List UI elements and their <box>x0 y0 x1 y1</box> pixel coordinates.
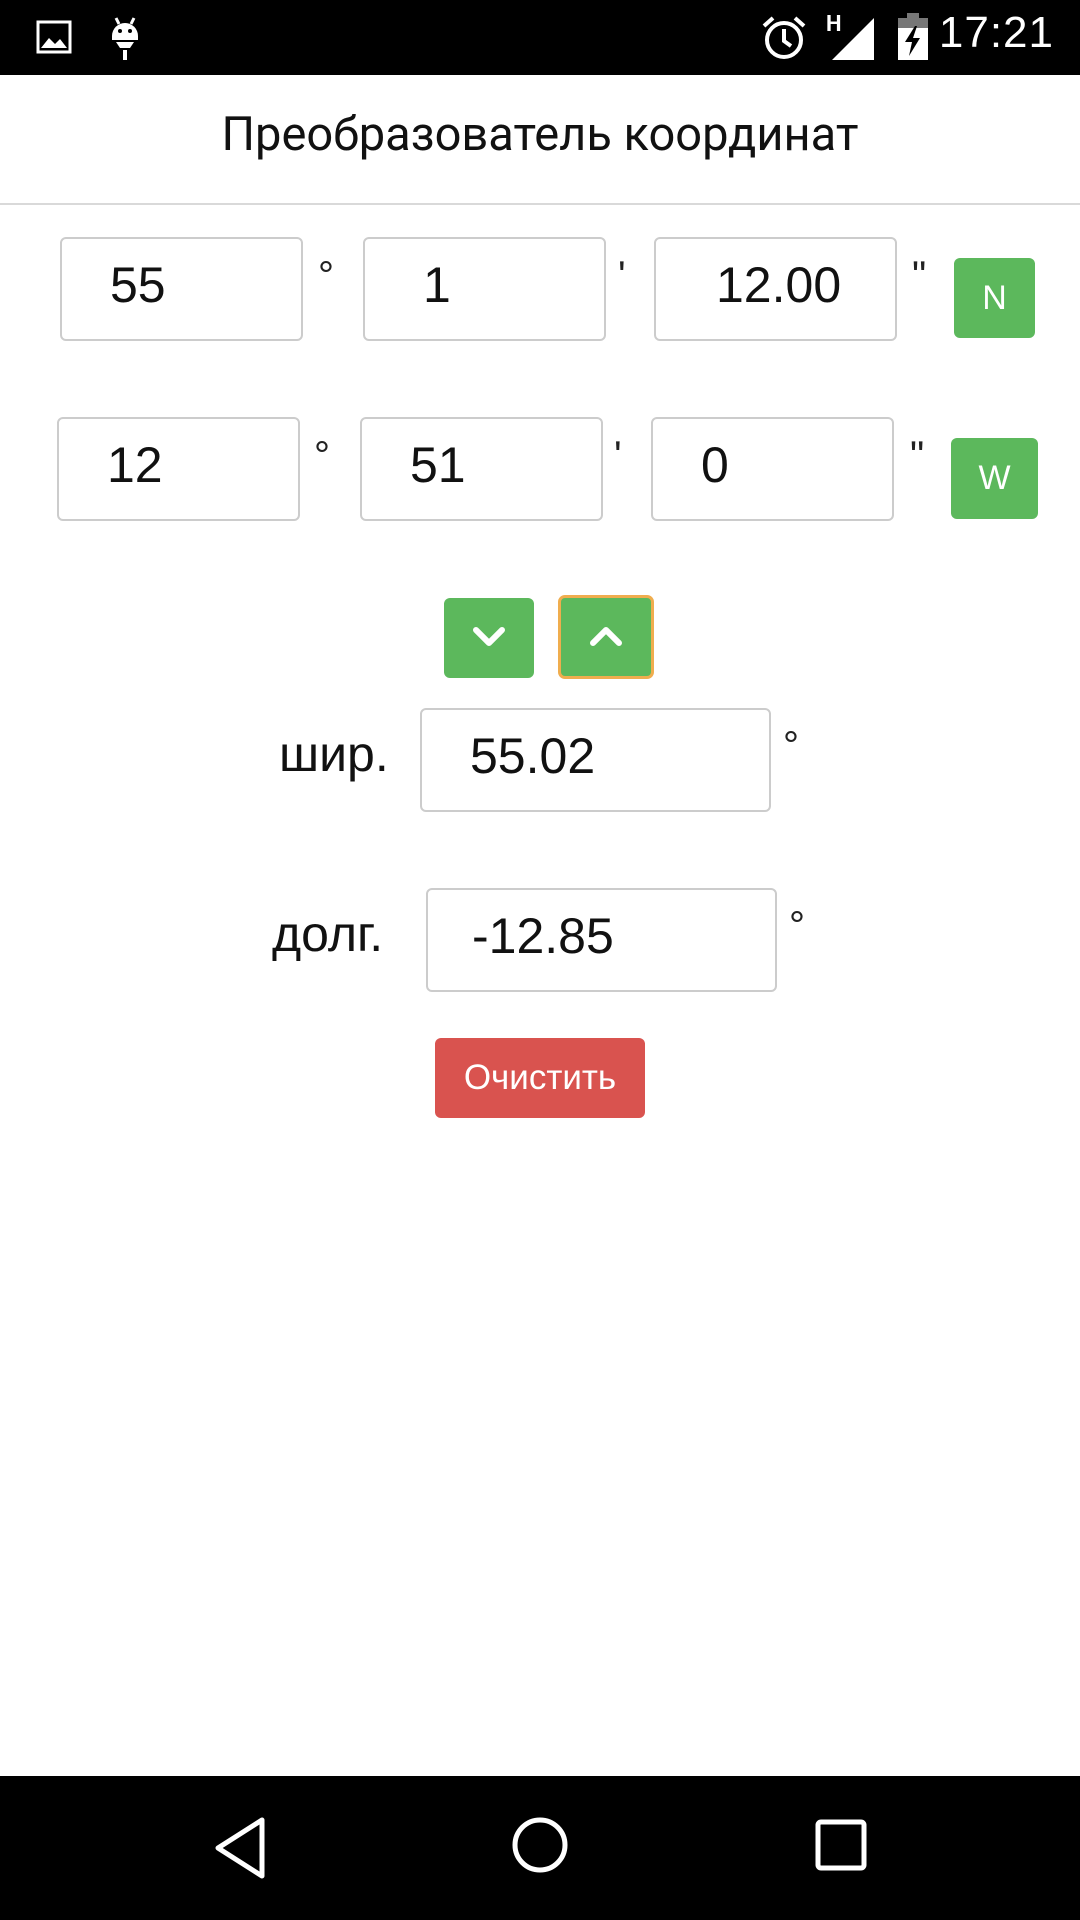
signal-icon <box>828 16 876 66</box>
back-button[interactable] <box>212 1816 268 1884</box>
status-bar: H 17:21 <box>0 0 1080 75</box>
lat-seconds-input[interactable]: 12.00 <box>654 237 897 341</box>
lon-minutes-input[interactable]: 51 <box>360 417 603 521</box>
lon-decimal-unit: ° <box>789 904 805 948</box>
battery-charging-icon <box>896 12 930 66</box>
lat-minute-symbol: ' <box>618 254 626 298</box>
navigation-bar <box>0 1776 1080 1920</box>
app-header: Преобразователь координат <box>0 75 1080 205</box>
convert-to-decimal-button[interactable] <box>444 598 534 678</box>
lon-decimal-input[interactable]: -12.85 <box>426 888 777 992</box>
alarm-icon <box>760 14 808 66</box>
lat-decimal-input[interactable]: 55.02 <box>420 708 771 812</box>
image-icon <box>36 20 72 58</box>
chevron-up-icon <box>589 618 623 657</box>
lat-decimal-unit: ° <box>783 724 799 768</box>
page-title: Преобразователь координат <box>221 106 859 162</box>
lon-decimal-label: долг. <box>272 906 384 962</box>
lat-second-symbol: " <box>912 254 927 298</box>
lat-minutes-input[interactable]: 1 <box>363 237 606 341</box>
clear-button[interactable]: Очистить <box>435 1038 645 1118</box>
lon-degrees-input[interactable]: 12 <box>57 417 300 521</box>
convert-to-dms-button[interactable] <box>558 595 654 679</box>
lat-hemisphere-button[interactable]: N <box>954 258 1035 338</box>
lon-hemisphere-button[interactable]: W <box>951 438 1038 519</box>
status-time: 17:21 <box>938 8 1054 57</box>
lon-seconds-input[interactable]: 0 <box>651 417 894 521</box>
lat-degree-symbol: ° <box>318 254 334 298</box>
android-debug-icon <box>108 14 142 66</box>
lon-second-symbol: " <box>910 434 925 478</box>
recents-button[interactable] <box>814 1818 868 1876</box>
lat-decimal-label: шир. <box>279 726 389 782</box>
home-button[interactable] <box>511 1816 569 1878</box>
lon-degree-symbol: ° <box>314 434 330 478</box>
lon-minute-symbol: ' <box>614 434 622 478</box>
lat-degrees-input[interactable]: 55 <box>60 237 303 341</box>
chevron-down-icon <box>472 619 506 658</box>
